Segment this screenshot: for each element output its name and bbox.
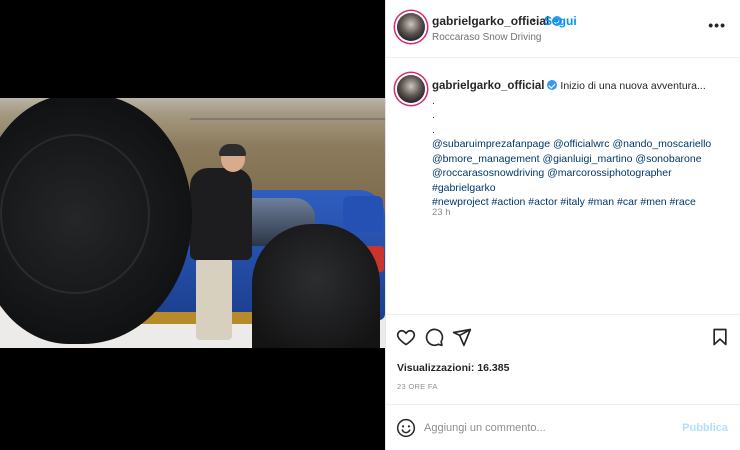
post-age: 23 ORE FA xyxy=(397,382,438,391)
header-username[interactable]: gabrielgarko_official xyxy=(432,14,563,28)
verified-badge-icon xyxy=(547,80,558,90)
comments-section: gabrielgarko_official Inizio di una nuov… xyxy=(386,58,740,315)
publish-button[interactable]: Pubblica xyxy=(682,422,728,434)
umbrella-ribs xyxy=(0,134,150,294)
bookmark-icon[interactable] xyxy=(710,327,730,347)
caption-dot-2: . xyxy=(432,109,435,121)
caption-username[interactable]: gabrielgarko_official xyxy=(432,80,544,92)
person-legs xyxy=(196,258,232,340)
comment-input[interactable] xyxy=(424,418,674,438)
comment-bar: Pubblica xyxy=(386,404,740,450)
car-spoiler xyxy=(343,196,383,232)
paper-plane-icon[interactable] xyxy=(452,327,472,347)
video-frame[interactable] xyxy=(0,98,385,348)
person-cap xyxy=(219,144,246,156)
separator-dot: • xyxy=(532,15,536,27)
views-count[interactable]: Visualizzazioni: 16.385 xyxy=(397,362,509,374)
post-header: gabrielgarko_official • Segui Roccaraso … xyxy=(386,0,740,58)
caption-timestamp: 23 h xyxy=(432,207,451,218)
person-coat xyxy=(190,168,252,260)
caption-mentions-line-2[interactable]: @bmore_management @gianluigi_martino @so… xyxy=(432,152,732,167)
caption: gabrielgarko_official Inizio di una nuov… xyxy=(432,79,732,210)
more-options-icon[interactable]: ••• xyxy=(708,17,726,33)
location-link[interactable]: Roccaraso Snow Driving xyxy=(432,32,542,43)
follow-button[interactable]: Segui xyxy=(544,14,577,28)
foreground-hooded-person xyxy=(252,224,380,348)
caption-first-line: Inizio di una nuova avventura... xyxy=(560,80,706,92)
caption-dot-3: . xyxy=(432,123,435,136)
post-media[interactable] xyxy=(0,0,385,450)
field-fence xyxy=(190,118,385,120)
caption-avatar[interactable] xyxy=(397,75,425,103)
post-panel: gabrielgarko_official • Segui Roccaraso … xyxy=(385,0,740,450)
heart-icon[interactable] xyxy=(396,327,416,347)
emoji-icon[interactable] xyxy=(396,418,416,438)
caption-mentions-line-1[interactable]: @subaruimprezafanpage @officialwrc @nand… xyxy=(432,137,732,152)
caption-dot-1: . xyxy=(432,94,435,107)
caption-hashtags-line[interactable]: #newproject #action #actor #italy #man #… xyxy=(432,195,732,210)
action-bar xyxy=(386,318,740,356)
avatar[interactable] xyxy=(397,13,425,41)
comment-bubble-icon[interactable] xyxy=(424,327,444,347)
caption-mentions-line-3[interactable]: @roccarasosnowdriving @marcorossiphotogr… xyxy=(432,166,732,195)
